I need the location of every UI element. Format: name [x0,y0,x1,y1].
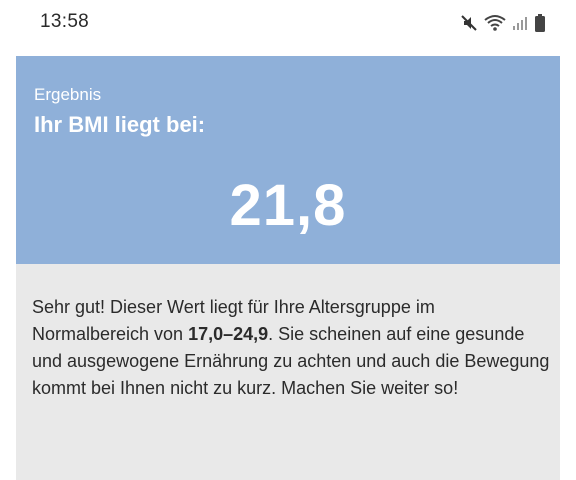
result-title: Ihr BMI liegt bei: [34,112,206,137]
bmi-result-card: Ergebnis Ihr BMI liegt bei: 21,8 Sehr gu… [16,56,560,480]
bmi-value: 21,8 [229,173,347,238]
result-label: Ergebnis [34,85,102,104]
result-description: Sehr gut! Dieser Wert liegt für Ihre Alt… [32,294,552,402]
normal-range: 17,0–24,9 [188,324,269,344]
result-header: Ergebnis Ihr BMI liegt bei: 21,8 [16,56,560,264]
status-icons [460,12,546,34]
battery-icon [534,13,546,33]
mute-icon [460,14,478,32]
status-bar: 13:58 [0,0,576,44]
wifi-icon [484,14,506,32]
signal-icon [512,15,528,31]
status-time: 13:58 [40,11,90,32]
